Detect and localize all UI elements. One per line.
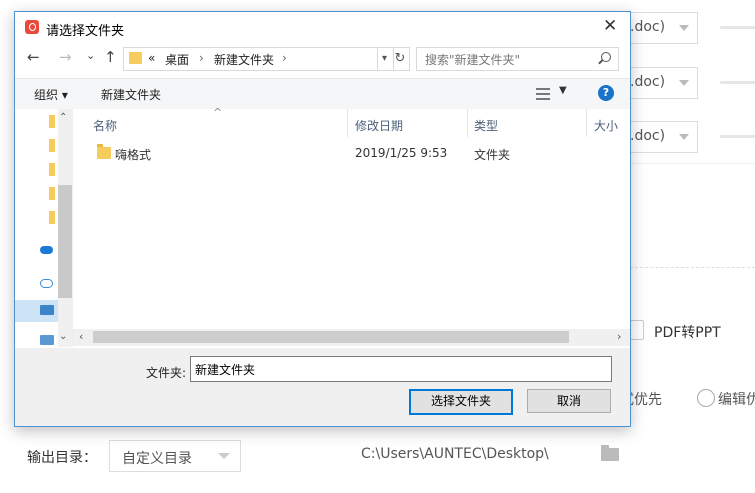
edit-priority-label[interactable]: 编辑优	[718, 389, 755, 409]
progress-bar	[720, 81, 755, 84]
navigation-pane: ⌃ ⌄	[15, 109, 73, 347]
folder-name-value: 新建文件夹	[195, 363, 256, 377]
folder-label: 文件夹:	[146, 366, 187, 380]
column-header-modified[interactable]: 修改日期	[355, 117, 403, 134]
folder-icon	[129, 52, 142, 64]
select-folder-dialog: 请选择文件夹 ✕ ← → ⌄ ↑ « 桌面 › 新建文件夹 › ▾ ↻ 搜索"新…	[14, 11, 631, 427]
cancel-button[interactable]: 取消	[527, 389, 611, 413]
breadcrumb-item-desktop[interactable]: 桌面	[165, 51, 189, 68]
drop-zone-border	[630, 267, 755, 268]
address-bar[interactable]: « 桌面 › 新建文件夹 ›	[123, 47, 378, 71]
scroll-right-icon[interactable]: ›	[617, 330, 621, 343]
pdf-to-ppt-tab[interactable]: PDF转PPT	[654, 322, 721, 342]
progress-bar	[720, 26, 755, 29]
file-modified: 2019/1/25 9:53	[355, 146, 448, 160]
folder-icon[interactable]	[49, 139, 55, 152]
breadcrumb-overflow[interactable]: «	[148, 51, 155, 65]
navigation-bar: ← → ⌄ ↑ « 桌面 › 新建文件夹 › ▾ ↻ 搜索"新建文件夹"	[15, 45, 630, 75]
column-separator[interactable]	[347, 109, 348, 137]
edit-priority-radio[interactable]	[697, 389, 715, 407]
dialog-footer: 文件夹: 新建文件夹 选择文件夹 取消	[15, 348, 630, 426]
column-header-name[interactable]: 名称	[93, 117, 117, 134]
new-folder-button[interactable]: 新建文件夹	[101, 86, 161, 103]
scroll-down-icon[interactable]: ⌄	[59, 331, 67, 342]
chevron-down-icon	[679, 25, 689, 31]
column-header-size[interactable]: 大小	[594, 117, 618, 134]
network-icon[interactable]	[40, 335, 54, 345]
nav-scrollbar-thumb[interactable]	[58, 185, 72, 298]
folder-icon[interactable]	[49, 115, 55, 128]
output-directory-value: 自定义目录	[122, 451, 192, 467]
output-directory-select[interactable]: 自定义目录	[109, 440, 241, 472]
search-placeholder: 搜索"新建文件夹"	[425, 53, 521, 67]
chevron-down-icon	[218, 453, 230, 459]
search-icon	[601, 52, 611, 62]
horizontal-scrollbar-thumb[interactable]	[93, 331, 569, 343]
folder-icon[interactable]	[49, 163, 55, 176]
close-icon[interactable]: ✕	[603, 18, 617, 35]
format-text: .doc)	[630, 74, 666, 90]
dialog-toolbar: 组织 ▾ 新建文件夹 ▼ ?	[15, 78, 630, 110]
format-text: .doc)	[630, 19, 666, 35]
select-folder-button[interactable]: 选择文件夹	[409, 389, 513, 415]
folder-icon[interactable]	[49, 211, 55, 224]
progress-bar	[720, 135, 755, 138]
up-button[interactable]: ↑	[104, 50, 117, 65]
breadcrumb-item-new-folder[interactable]: 新建文件夹	[214, 51, 274, 68]
format-text: .doc)	[630, 128, 666, 144]
cloud-icon[interactable]	[40, 279, 53, 288]
chevron-down-icon	[679, 80, 689, 86]
file-type: 文件夹	[474, 148, 511, 162]
refresh-icon[interactable]: ↻	[391, 47, 410, 71]
file-list: ^ 名称 修改日期 类型 大小 嗨格式 2019/1/25 9:53 文件夹 ‹…	[73, 106, 630, 347]
horizontal-scrollbar[interactable]: ‹ ›	[73, 329, 630, 346]
dialog-titlebar: 请选择文件夹 ✕	[15, 12, 630, 42]
chevron-right-icon[interactable]: ›	[199, 51, 204, 65]
column-separator[interactable]	[467, 109, 468, 137]
chevron-right-icon[interactable]: ›	[282, 51, 287, 65]
recent-locations-button[interactable]: ⌄	[86, 48, 95, 63]
search-box[interactable]: 搜索"新建文件夹"	[416, 47, 619, 71]
forward-button[interactable]: →	[59, 50, 72, 65]
chevron-down-icon	[679, 134, 689, 140]
file-name[interactable]: 嗨格式	[115, 146, 151, 163]
folder-icon[interactable]	[601, 445, 619, 461]
folder-name-input[interactable]: 新建文件夹	[190, 356, 612, 382]
scroll-up-icon[interactable]: ⌃	[59, 112, 67, 123]
folder-icon[interactable]	[49, 187, 55, 200]
output-path: C:\Users\AUNTEC\Desktop\	[361, 446, 549, 462]
output-directory-label: 输出目录：	[27, 450, 97, 466]
app-logo-icon	[25, 20, 39, 34]
computer-icon[interactable]	[40, 305, 54, 315]
view-options-icon[interactable]	[536, 88, 550, 100]
folder-icon	[97, 144, 111, 159]
organize-button[interactable]: 组织 ▾	[34, 86, 68, 103]
chevron-down-icon[interactable]: ▼	[559, 85, 567, 96]
help-icon[interactable]: ?	[598, 85, 614, 101]
onedrive-icon[interactable]	[40, 246, 53, 254]
back-button[interactable]: ←	[27, 50, 40, 65]
document-icon	[630, 320, 644, 340]
dialog-title: 请选择文件夹	[46, 24, 125, 39]
column-header-type[interactable]: 类型	[474, 117, 498, 134]
column-separator[interactable]	[586, 109, 587, 137]
scroll-left-icon[interactable]: ‹	[79, 330, 83, 343]
divider	[630, 163, 755, 164]
sort-ascending-icon: ^	[213, 106, 223, 119]
